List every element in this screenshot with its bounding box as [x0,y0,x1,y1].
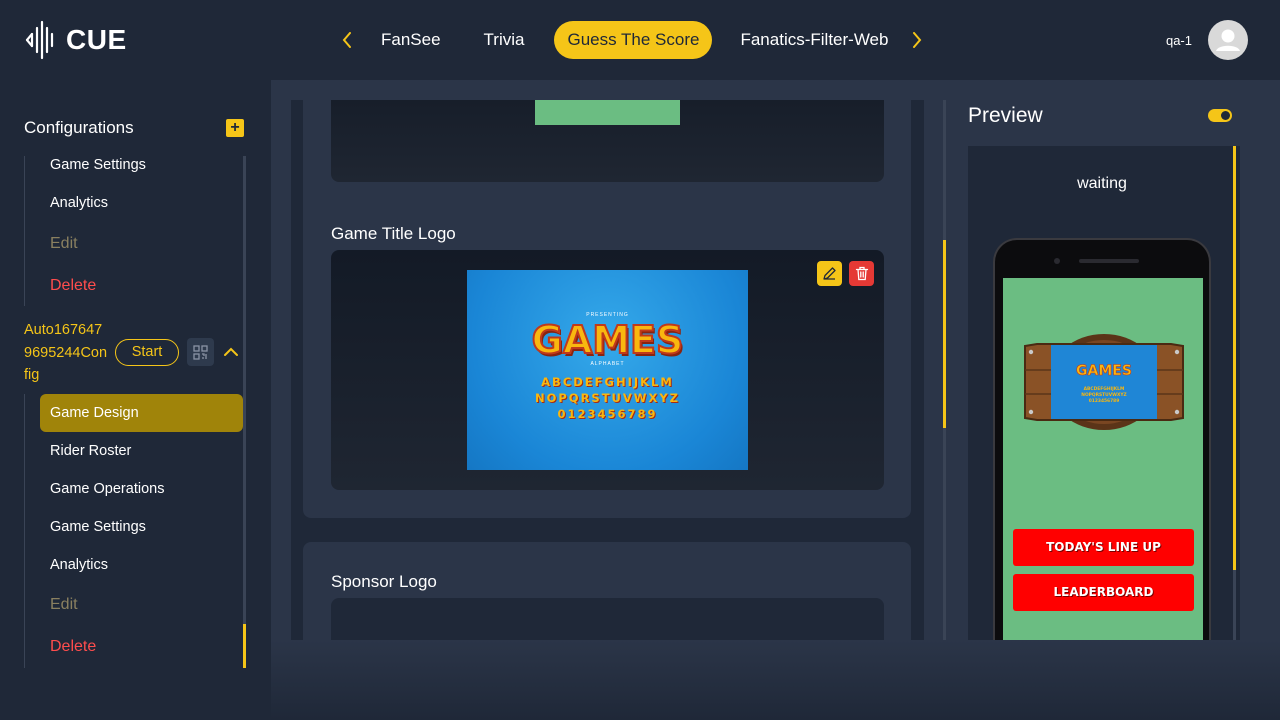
plus-icon: + [230,119,240,136]
tab-fansee[interactable]: FanSee [368,21,454,59]
start-button[interactable]: Start [115,339,179,366]
logo-title-text: GAMES [531,318,685,362]
add-configuration-button[interactable]: + [226,119,244,137]
qr-code-icon [193,344,208,360]
sidebar-item-delete[interactable]: Delete [40,628,243,666]
chevron-up-icon[interactable] [222,343,240,361]
sponsor-logo-label: Sponsor Logo [331,572,437,591]
chevron-left-icon [342,32,351,48]
main-scrollbar-thumb[interactable] [943,240,946,428]
sidebar-item-game-operations[interactable]: Game Operations [40,470,243,508]
user-menu[interactable]: qa-1 [1166,20,1248,60]
brand-name: CUE [66,24,127,55]
background-image [535,100,680,125]
tree-line [24,394,25,668]
user-icon [1216,29,1240,51]
design-form[interactable]: Game Title Logo PRESENTING GAMES ALPHABE… [291,100,924,640]
sidebar-item-edit[interactable]: Edit [40,586,243,624]
sidebar-item-analytics[interactable]: Analytics [40,184,243,222]
sponsor-logo-dropzone[interactable] [331,598,884,640]
avatar[interactable] [1208,20,1248,60]
tabs-next-button[interactable] [906,21,928,59]
tabs-prev-button[interactable] [336,21,358,59]
top-bar: CUE FanSee Trivia Guess The Score Fanati… [0,0,1280,80]
sidebar-item-delete[interactable]: Delete [40,267,243,305]
phone-screen: GAMES ABCDEFGHIJKLM NOPQRSTUVWXYZ 012345… [1003,278,1203,640]
edit-logo-button[interactable] [817,261,842,286]
game-title-logo-label: Game Title Logo [331,224,456,243]
phone-logo-title: GAMES [1076,363,1133,380]
tab-guess-the-score[interactable]: Guess The Score [554,21,713,59]
tab-trivia[interactable]: Trivia [471,21,538,59]
configuration-name[interactable]: Auto1676479695244Config [24,319,108,387]
sidebar-scrollbar[interactable] [243,156,246,668]
pencil-icon [823,267,836,280]
brand-logo[interactable]: CUE [24,20,127,60]
sponsor-card: Sponsor Logo [303,542,911,640]
tree-line [24,156,25,306]
phone-logo-rows: ABCDEFGHIJKLM NOPQRSTUVWXYZ 0123456789 [1051,387,1157,405]
preview-scrollbar-thumb[interactable] [1233,146,1236,570]
leaderboard-button[interactable]: LEADERBOARD [1013,574,1194,611]
trash-icon [855,266,868,281]
sidebar-item-edit[interactable]: Edit [40,225,243,263]
phone-logo-row-3: 0123456789 [1088,399,1120,404]
preview-status: waiting [1077,175,1127,192]
sidebar: Configurations + Game Settings Analytics… [0,80,271,720]
logo-row-1: ABCDEFGHIJKLM [541,375,674,389]
game-title-logo-preview: PRESENTING GAMES ALPHABET ABCDEFGHIJKLM … [331,250,884,490]
sidebar-item-game-settings[interactable]: Game Settings [40,146,243,184]
toggle-knob [1221,111,1230,120]
sidebar-item-analytics[interactable]: Analytics [40,546,243,584]
sidebar-item-game-design[interactable]: Game Design [40,394,243,432]
tab-fanatics-filter-web[interactable]: Fanatics-Filter-Web [727,21,901,59]
preview-toggle[interactable] [1208,109,1232,122]
phone-mockup: GAMES ABCDEFGHIJKLM NOPQRSTUVWXYZ 012345… [993,238,1211,640]
phone-camera [1054,258,1060,264]
preview-title: Preview [968,104,1043,127]
logo-row-3: 0123456789 [557,407,658,421]
user-name: qa-1 [1165,32,1192,48]
configurations-heading: Configurations [24,118,134,137]
delete-logo-button[interactable] [849,261,874,286]
background-image-preview [331,100,884,182]
wood-sign-graphic [1024,334,1184,430]
logo-row-2: NOPQRSTUVWXYZ [534,391,681,405]
sidebar-item-rider-roster[interactable]: Rider Roster [40,432,243,470]
main-panel: Game Title Logo PRESENTING GAMES ALPHABE… [271,80,1280,720]
qr-code-button[interactable] [187,338,214,366]
app-tabs: FanSee Trivia Guess The Score Fanatics-F… [336,21,928,59]
todays-line-up-button[interactable]: TODAY'S LINE UP [1013,529,1194,566]
preview-pane: waiting GAMES ABCDEFGHIJKLM NOPQRSTUVWXY… [968,146,1240,640]
logo-subtitle-text: ALPHABET [590,361,625,367]
cue-waveform-icon [25,20,54,60]
chevron-right-icon [913,32,922,48]
phone-speaker [1079,259,1139,263]
logo-card: Game Title Logo PRESENTING GAMES ALPHABE… [303,100,911,518]
sidebar-item-game-settings[interactable]: Game Settings [40,508,243,546]
sidebar-scrollbar-thumb[interactable] [243,624,246,668]
footer-gradient [271,640,1280,720]
game-title-logo-image: PRESENTING GAMES ALPHABET ABCDEFGHIJKLM … [467,270,748,470]
